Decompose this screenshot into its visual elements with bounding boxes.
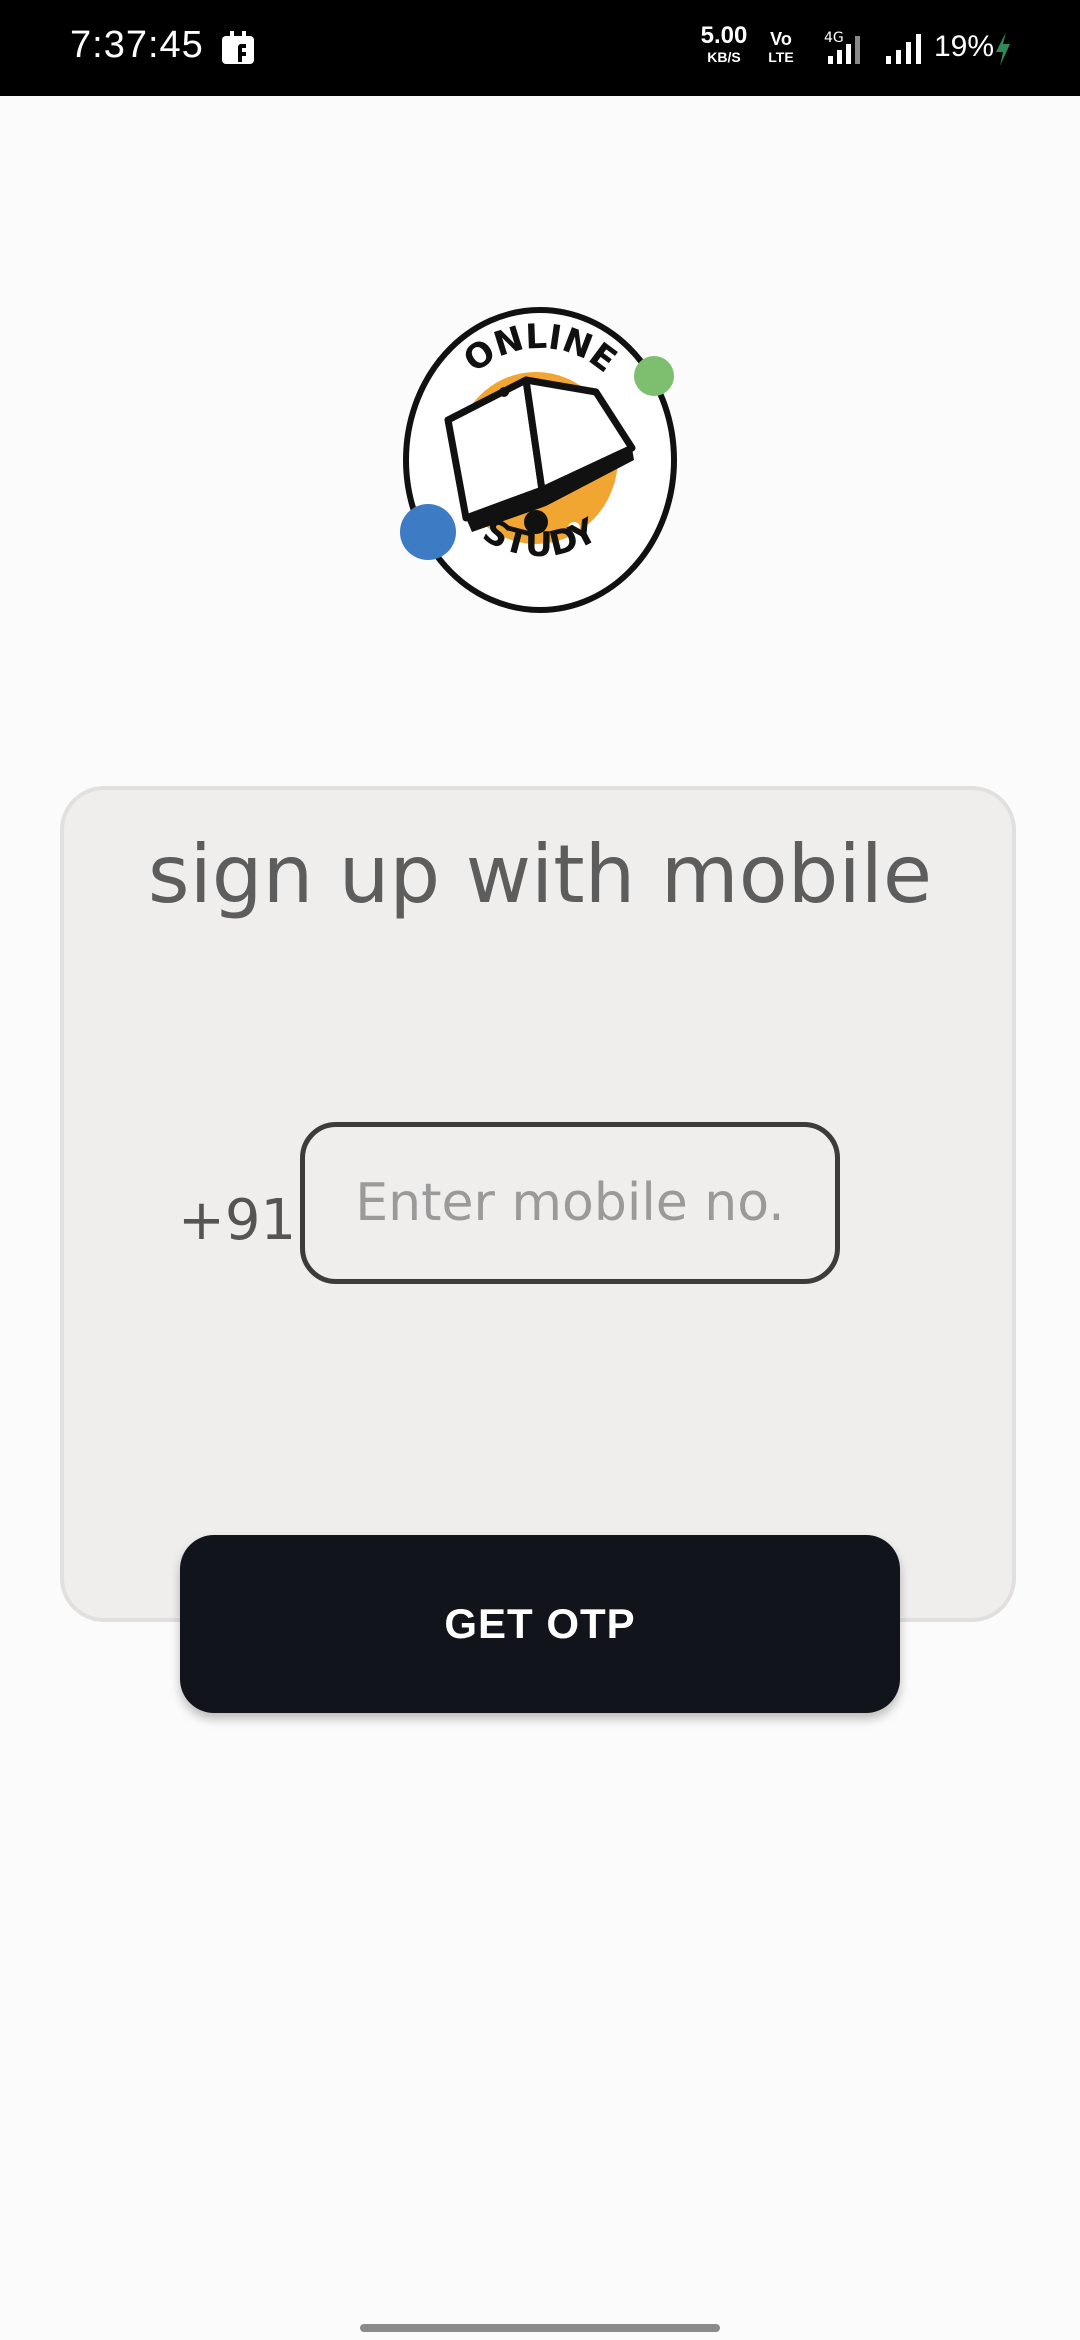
notification-app-icon xyxy=(222,31,254,64)
mobile-number-input[interactable] xyxy=(300,1122,840,1284)
status-bar: 7:37:45 5.00 KB/S Vo LTE 4G 19% xyxy=(0,0,1080,96)
volte-bottom: LTE xyxy=(768,49,794,65)
signal-icon xyxy=(886,34,921,64)
online-study-logo: ONLINE STUDY xyxy=(400,307,677,613)
volte-top: Vo xyxy=(770,29,792,49)
charging-bolt-icon xyxy=(996,32,1010,66)
signal-4g-icon: 4G xyxy=(824,30,860,64)
signup-title: sign up with mobile xyxy=(147,828,933,921)
network-speed: 5.00 KB/S xyxy=(694,22,754,65)
status-time: 7:37:45 xyxy=(70,24,204,66)
network-speed-unit: KB/S xyxy=(707,49,741,65)
network-speed-value: 5.00 xyxy=(700,22,748,49)
volte-indicator: Vo LTE xyxy=(760,30,802,64)
battery-percent: 19% xyxy=(934,30,995,63)
gesture-nav-handle[interactable] xyxy=(360,2324,720,2332)
get-otp-button[interactable]: GET OTP xyxy=(180,1535,900,1713)
network-type-label: 4G xyxy=(824,30,844,46)
country-code-label: +91 xyxy=(178,1188,297,1253)
